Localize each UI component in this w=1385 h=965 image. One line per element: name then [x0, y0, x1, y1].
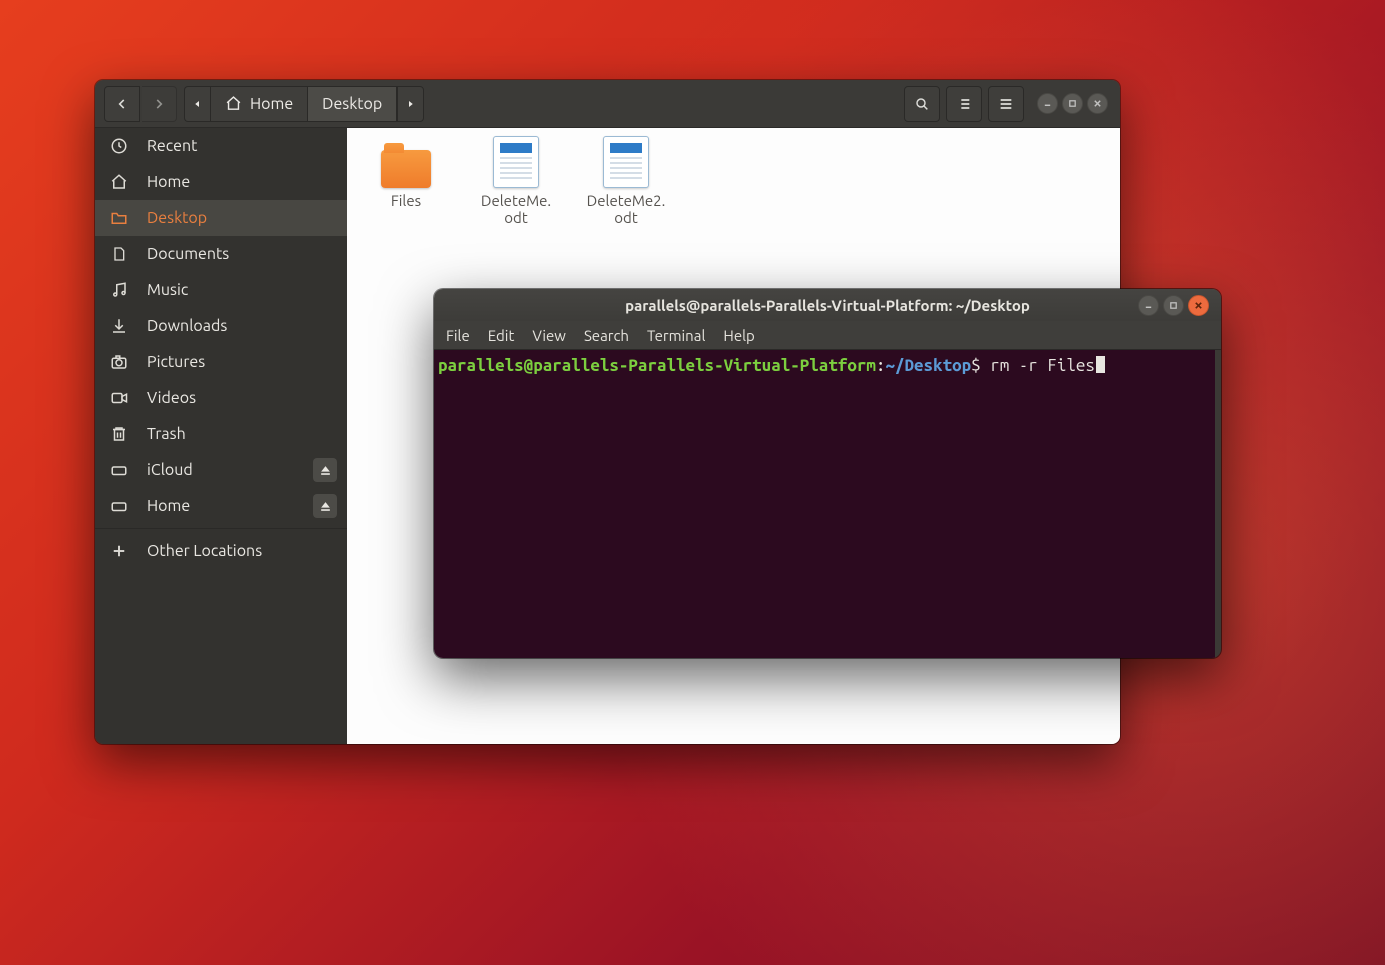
folder-icon [109, 209, 129, 227]
video-icon [109, 389, 129, 407]
breadcrumb-home-label: Home [250, 95, 293, 113]
sidebar-item-label: Music [147, 281, 188, 299]
sidebar-item-trash[interactable]: Trash [95, 416, 347, 452]
sidebar-item-home[interactable]: Home [95, 164, 347, 200]
eject-button[interactable] [313, 494, 337, 518]
prompt-dollar: $ [971, 356, 981, 375]
chevron-right-icon [152, 97, 166, 111]
breadcrumb-current[interactable]: Desktop [307, 86, 397, 122]
sidebar-item-label: Home [147, 497, 190, 515]
sidebar-item-home[interactable]: Home [95, 488, 347, 524]
sidebar-item-label: Downloads [147, 317, 227, 335]
terminal-output[interactable]: parallels@parallels-Parallels-Virtual-Pl… [434, 350, 1221, 658]
plus-icon [109, 542, 129, 560]
sidebar-item-documents[interactable]: Documents [95, 236, 347, 272]
menu-file[interactable]: File [446, 327, 470, 344]
minimize-icon [1144, 301, 1153, 310]
sidebar-item-label: Documents [147, 245, 229, 263]
terminal-window: parallels@parallels-Parallels-Virtual-Pl… [434, 289, 1221, 658]
file-item-files[interactable]: Files [361, 138, 451, 209]
menu-view[interactable]: View [532, 327, 566, 344]
clock-icon [109, 137, 129, 155]
trash-icon [109, 425, 129, 443]
document-icon [493, 136, 539, 188]
maximize-icon [1169, 301, 1178, 310]
document-icon [603, 136, 649, 188]
home-icon [225, 95, 242, 112]
chevron-left-icon [115, 97, 129, 111]
file-label: DeleteMe. odt [481, 192, 551, 226]
terminal-title-text: parallels@parallels-Parallels-Virtual-Pl… [625, 297, 1030, 314]
sidebar-item-label: Desktop [147, 209, 207, 227]
terminal-minimize-button[interactable] [1138, 295, 1159, 316]
list-view-icon [956, 96, 972, 112]
files-headerbar: Home Desktop [95, 80, 1120, 128]
drive-icon [109, 497, 129, 515]
breadcrumb-current-label: Desktop [322, 95, 382, 113]
breadcrumb-prev-button[interactable] [184, 86, 210, 122]
breadcrumb: Home Desktop [184, 86, 424, 122]
breadcrumb-home[interactable]: Home [210, 86, 307, 122]
eject-button[interactable] [313, 458, 337, 482]
home-icon [109, 173, 129, 191]
prompt-userhost: parallels@parallels-Parallels-Virtual-Pl… [438, 356, 876, 375]
maximize-icon [1068, 99, 1077, 108]
sidebar-item-pictures[interactable]: Pictures [95, 344, 347, 380]
music-icon [109, 281, 129, 299]
nav-forward-button[interactable] [142, 86, 177, 122]
download-icon [109, 317, 129, 335]
terminal-close-button[interactable] [1188, 295, 1209, 316]
terminal-menubar: File Edit View Search Terminal Help [434, 321, 1221, 350]
terminal-maximize-button[interactable] [1163, 295, 1184, 316]
cursor [1096, 356, 1105, 373]
maximize-button[interactable] [1062, 93, 1083, 114]
triangle-left-icon [193, 98, 202, 110]
nav-back-button[interactable] [104, 86, 140, 122]
search-icon [914, 96, 930, 112]
sidebar-item-label: Home [147, 173, 190, 191]
close-button[interactable] [1087, 93, 1108, 114]
sidebar-item-videos[interactable]: Videos [95, 380, 347, 416]
drive-icon [109, 461, 129, 479]
search-button[interactable] [904, 86, 940, 122]
command-text: rm -r Files [981, 356, 1095, 375]
menu-edit[interactable]: Edit [488, 327, 515, 344]
sidebar-item-label: Pictures [147, 353, 205, 371]
menu-icon [998, 96, 1014, 112]
close-icon [1194, 301, 1203, 310]
folder-icon [381, 150, 431, 188]
sidebar: Recent Home Desktop Documents Music Downloads… [95, 128, 347, 744]
file-item-deleteme2-odt[interactable]: DeleteMe2. odt [581, 138, 671, 226]
sidebar-item-desktop[interactable]: Desktop [95, 200, 347, 236]
menu-terminal[interactable]: Terminal [647, 327, 705, 344]
sidebar-item-label: iCloud [147, 461, 193, 479]
close-icon [1093, 99, 1102, 108]
file-item-deleteme-odt[interactable]: DeleteMe. odt [471, 138, 561, 226]
file-label: DeleteMe2. odt [587, 192, 666, 226]
sidebar-item-music[interactable]: Music [95, 272, 347, 308]
sidebar-item-label: Trash [147, 425, 186, 443]
file-label: Files [391, 192, 421, 209]
minimize-button[interactable] [1037, 93, 1058, 114]
document-icon [109, 245, 129, 263]
breadcrumb-next-button[interactable] [397, 86, 424, 122]
prompt-path: ~/Desktop [885, 356, 971, 375]
sidebar-item-label: Videos [147, 389, 196, 407]
menu-search[interactable]: Search [584, 327, 629, 344]
sidebar-item-downloads[interactable]: Downloads [95, 308, 347, 344]
minimize-icon [1043, 99, 1052, 108]
triangle-right-icon [406, 98, 415, 110]
sidebar-item-icloud[interactable]: iCloud [95, 452, 347, 488]
menu-help[interactable]: Help [723, 327, 754, 344]
sidebar-item-label: Other Locations [147, 542, 262, 560]
terminal-titlebar[interactable]: parallels@parallels-Parallels-Virtual-Pl… [434, 289, 1221, 321]
sidebar-item-recent[interactable]: Recent [95, 128, 347, 164]
sidebar-item-label: Recent [147, 137, 197, 155]
sidebar-item-other-locations[interactable]: Other Locations [95, 533, 347, 569]
hamburger-menu-button[interactable] [988, 86, 1024, 122]
view-toggle-button[interactable] [946, 86, 982, 122]
camera-icon [109, 353, 129, 371]
